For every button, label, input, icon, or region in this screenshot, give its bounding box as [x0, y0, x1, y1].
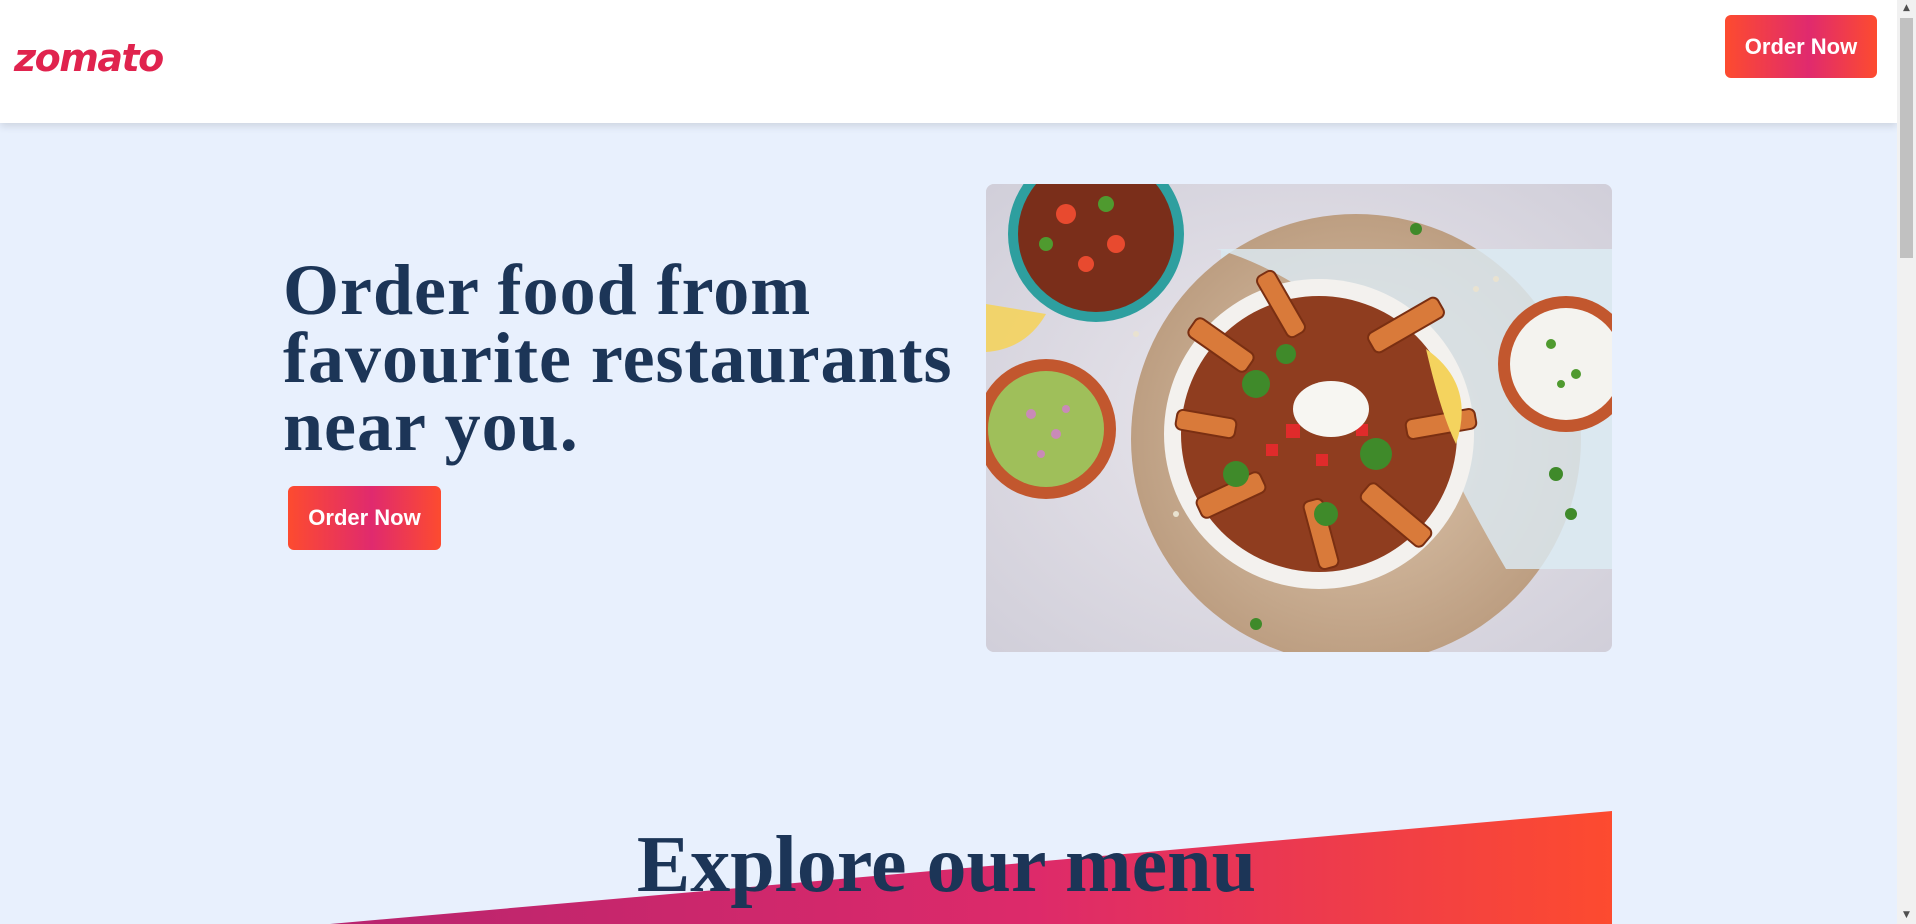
- hero-title: Order food from favourite restaurants ne…: [283, 250, 953, 466]
- page-scrollbar[interactable]: ▲ ▼: [1897, 0, 1916, 924]
- food-bowl-photo-icon: [986, 184, 1612, 652]
- site-header: zomato Order Now: [0, 0, 1897, 123]
- hero-order-now-button[interactable]: Order Now: [288, 486, 441, 550]
- explore-menu-title: Explore our menu: [636, 821, 1257, 909]
- scrollbar-thumb[interactable]: [1900, 18, 1913, 258]
- zomato-logo[interactable]: zomato: [14, 36, 164, 80]
- page: zomato Order Now Order food from favouri…: [0, 0, 1916, 924]
- arrow-up-icon[interactable]: ▲: [1897, 0, 1916, 17]
- hero-food-image: [986, 184, 1612, 652]
- header-order-now-button[interactable]: Order Now: [1725, 15, 1877, 78]
- arrow-down-icon[interactable]: ▼: [1897, 907, 1916, 924]
